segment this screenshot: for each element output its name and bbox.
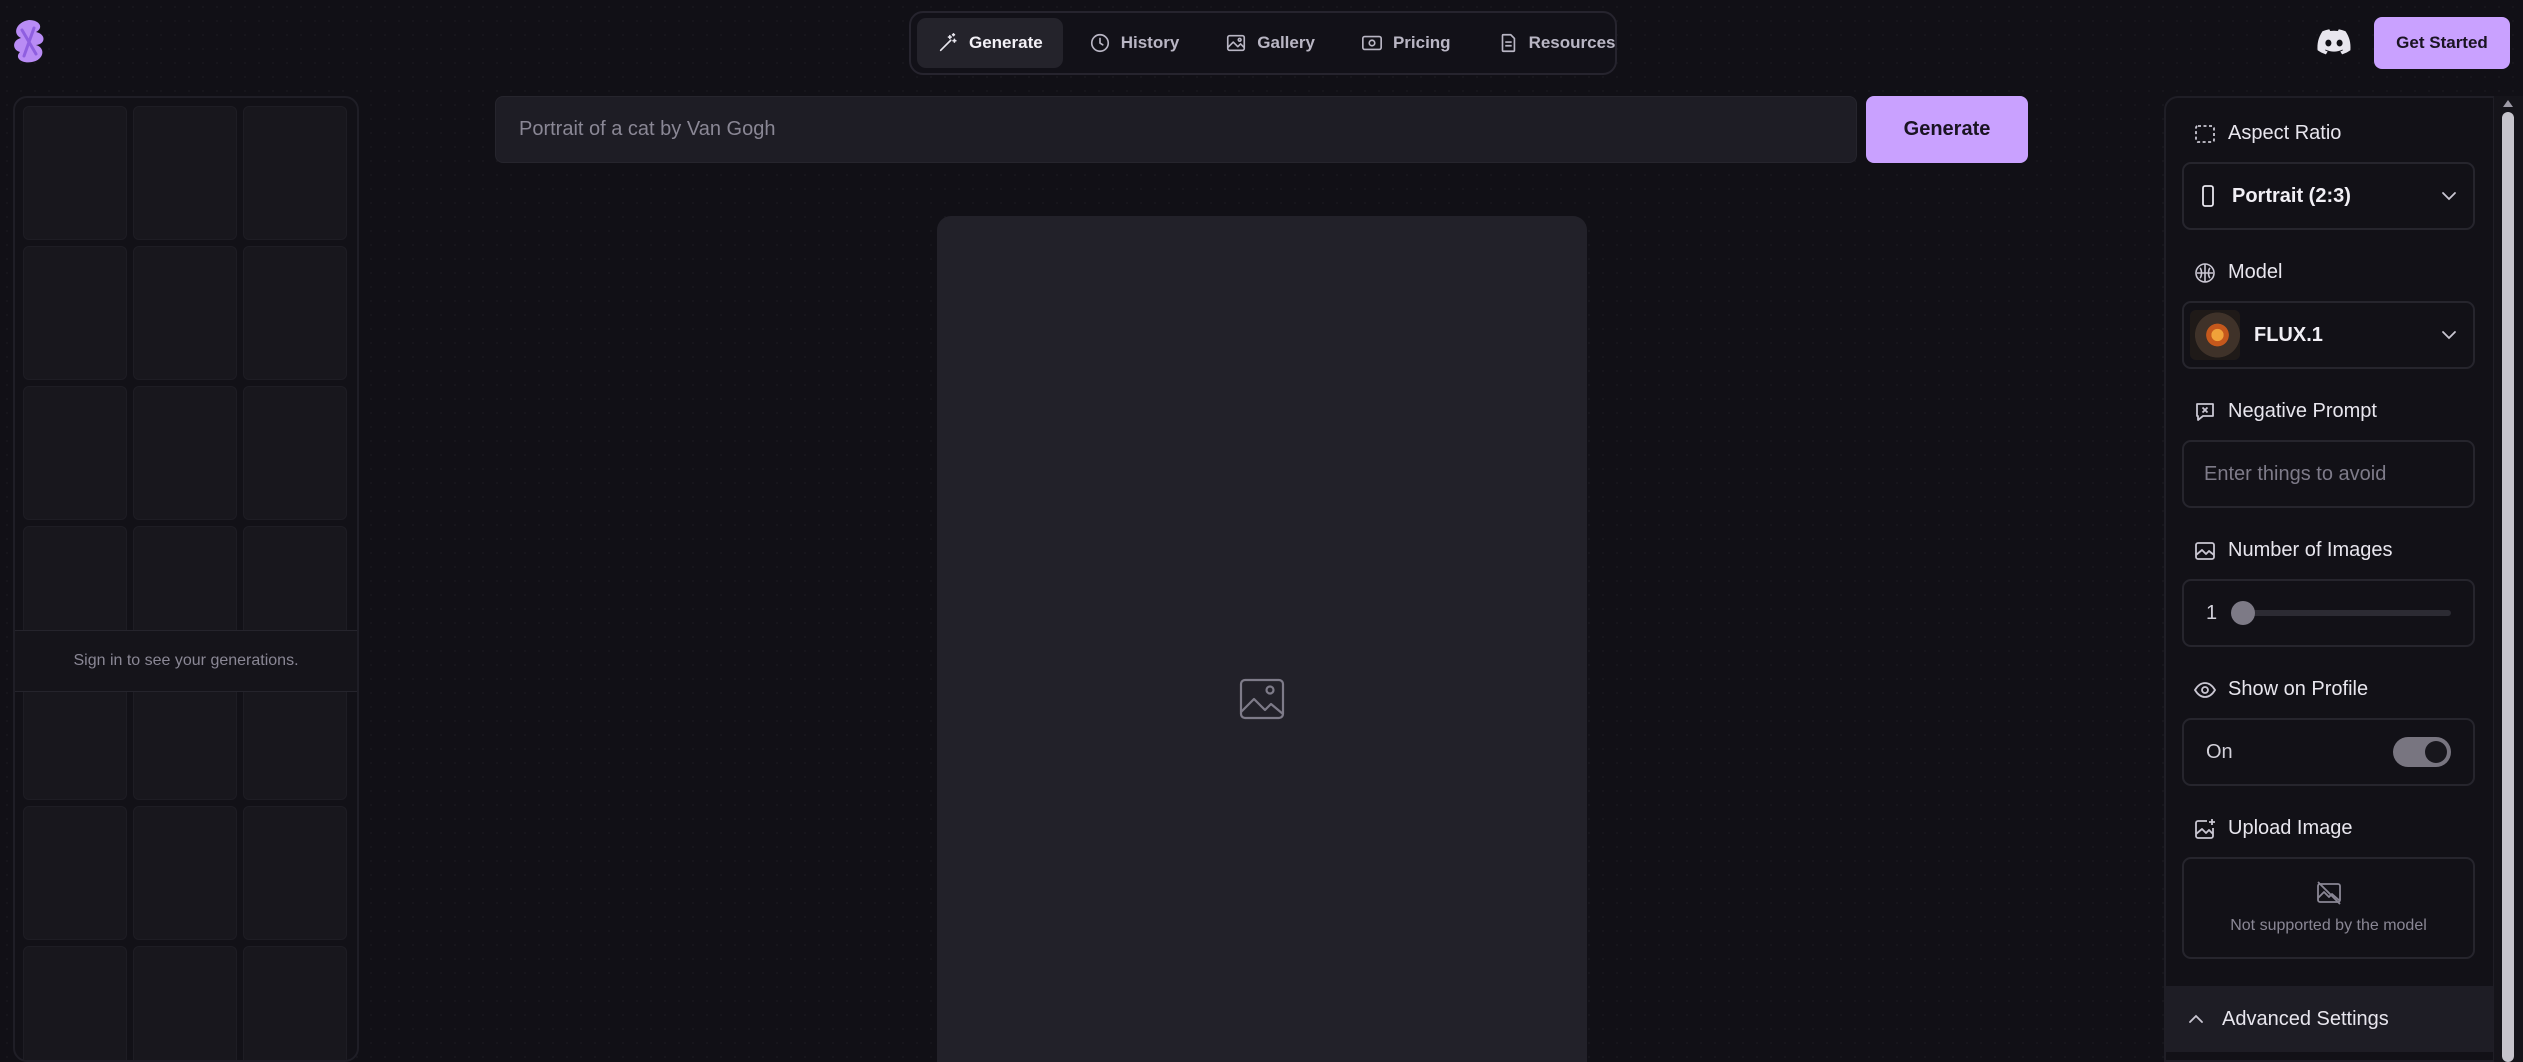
history-thumb <box>243 106 347 240</box>
image-canvas <box>937 216 1587 1062</box>
document-icon <box>1501 33 1515 53</box>
history-thumb <box>133 806 237 940</box>
history-thumb <box>243 806 347 940</box>
scrollbar-thumb[interactable] <box>2502 112 2514 1062</box>
show-profile-heading: Show on Profile <box>2194 678 2368 701</box>
nav-history[interactable]: History <box>1069 18 1200 68</box>
chevron-down-icon <box>2442 331 2456 340</box>
image-off-icon <box>2316 881 2341 905</box>
num-images-heading: Number of Images <box>2194 539 2393 562</box>
advanced-settings-label: Advanced Settings <box>2222 1007 2389 1030</box>
eye-icon <box>2194 681 2216 698</box>
negative-prompt-box <box>2182 440 2475 508</box>
nav-label: Resources <box>1528 33 1616 52</box>
history-thumb <box>133 386 237 520</box>
nav-label: History <box>1120 33 1180 52</box>
discord-icon[interactable] <box>2317 27 2351 57</box>
num-images-value: 1 <box>2206 601 2218 624</box>
nav-label: Pricing <box>1392 33 1451 52</box>
nav-generate[interactable]: Generate <box>917 18 1063 68</box>
upload-image-label: Upload Image <box>2228 817 2353 839</box>
settings-scrollbar[interactable] <box>2494 96 2523 1062</box>
history-thumb <box>243 946 347 1060</box>
history-thumb <box>23 806 127 940</box>
negative-prompt-input[interactable] <box>2184 442 2473 506</box>
image-icon <box>1227 34 1246 52</box>
show-profile-value: On <box>2206 740 2233 763</box>
history-panel: Sign in to see your generations. <box>13 96 359 1062</box>
generate-button[interactable]: Generate <box>1866 96 2028 163</box>
aspect-ratio-select[interactable]: Portrait (2:3) <box>2182 162 2475 230</box>
phone-portrait-icon <box>2202 185 2214 207</box>
scroll-up-arrow-icon[interactable] <box>2503 100 2513 107</box>
nav-gallery[interactable]: Gallery <box>1205 18 1335 68</box>
prompt-input[interactable] <box>495 96 1857 163</box>
history-thumb <box>243 246 347 380</box>
history-thumb <box>133 946 237 1060</box>
num-images-box: 1 <box>2182 579 2475 647</box>
model-select[interactable]: FLUX.1 <box>2182 301 2475 369</box>
aspect-ratio-label: Aspect Ratio <box>2228 122 2342 144</box>
nav-resources[interactable]: Resources <box>1477 18 1636 68</box>
nav-label: Gallery <box>1257 33 1315 52</box>
history-thumb <box>23 246 127 380</box>
model-label: Model <box>2228 261 2283 283</box>
settings-panel: Aspect Ratio Portrait (2:3) Model FLUX.1… <box>2164 96 2495 1062</box>
slider-handle[interactable] <box>2231 601 2256 625</box>
history-thumb <box>23 946 127 1060</box>
model-value: FLUX.1 <box>2254 323 2323 346</box>
negative-prompt-heading: Negative Prompt <box>2194 400 2377 423</box>
logo-icon[interactable] <box>10 18 48 66</box>
upload-image-box: Not supported by the model <box>2182 857 2475 959</box>
history-grid <box>23 106 347 1060</box>
history-thumb <box>23 106 127 240</box>
images-icon <box>2195 541 2215 560</box>
clock-icon <box>1090 33 1109 53</box>
model-heading: Model <box>2194 261 2282 284</box>
show-profile-toggle[interactable] <box>2393 737 2451 767</box>
advanced-settings-toggle[interactable]: Advanced Settings <box>2166 986 2493 1052</box>
upload-image-heading: Upload Image <box>2194 817 2353 840</box>
show-profile-box: On <box>2182 718 2475 786</box>
num-images-slider[interactable] <box>2231 601 2451 625</box>
history-thumb <box>243 386 347 520</box>
aspect-ratio-icon <box>2195 124 2215 143</box>
main-nav: Generate History Gallery Pricing Resourc… <box>909 11 1617 75</box>
nav-label: Generate <box>969 33 1043 52</box>
signin-message: Sign in to see your generations. <box>15 630 357 692</box>
upload-image-note: Not supported by the model <box>2230 917 2427 934</box>
nav-pricing[interactable]: Pricing <box>1341 18 1471 68</box>
history-thumb <box>133 106 237 240</box>
magic-wand-icon <box>939 33 957 52</box>
show-profile-label: Show on Profile <box>2228 678 2369 700</box>
message-x-icon <box>2196 402 2214 421</box>
history-thumb <box>133 246 237 380</box>
image-plus-icon <box>2195 818 2215 839</box>
brain-icon <box>2195 262 2215 283</box>
image-placeholder-icon <box>1239 678 1285 720</box>
model-thumbnail <box>2190 310 2240 360</box>
chevron-up-icon <box>2189 1014 2203 1023</box>
aspect-ratio-value: Portrait (2:3) <box>2232 184 2351 207</box>
history-thumb <box>23 386 127 520</box>
aspect-ratio-heading: Aspect Ratio <box>2194 122 2341 145</box>
money-icon <box>1361 35 1382 51</box>
get-started-button[interactable]: Get Started <box>2374 17 2510 69</box>
chevron-down-icon <box>2442 192 2456 201</box>
num-images-label: Number of Images <box>2228 539 2393 561</box>
negative-prompt-label: Negative Prompt <box>2228 400 2377 422</box>
